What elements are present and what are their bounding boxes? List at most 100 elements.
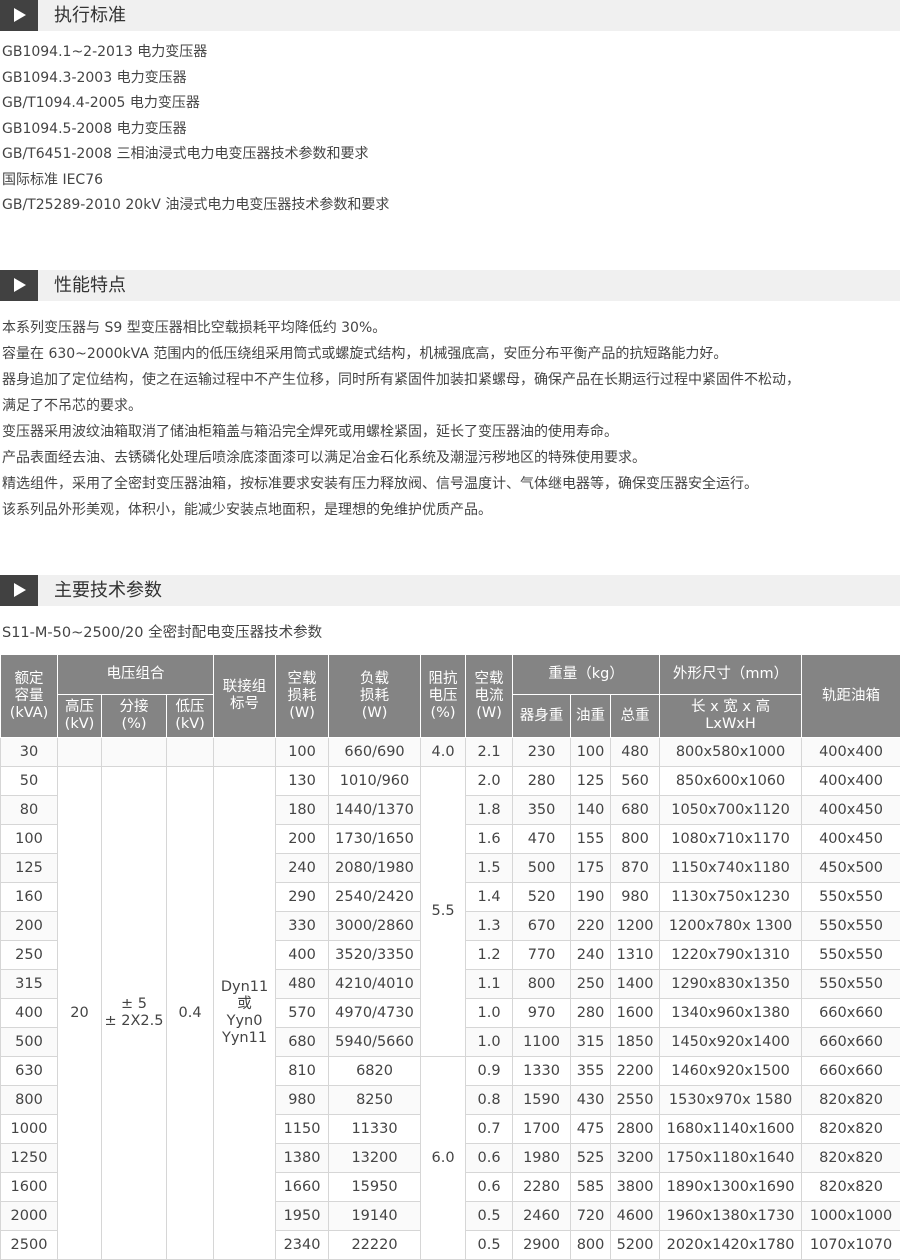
header-gauge: 轨距油箱 <box>801 654 900 738</box>
standard-item: GB/T1094.4-2005 电力变压器 <box>2 95 200 111</box>
cell-capacity: 2500 <box>0 1230 58 1260</box>
cell-no-load-current: 1.0 <box>465 1027 514 1057</box>
standard-item: GB1094.3-2003 电力变压器 <box>2 69 187 86</box>
cell-dimensions: 1460x920x1500 <box>659 1056 803 1086</box>
cell-no-load-current: 0.6 <box>465 1172 514 1202</box>
cell-no-load-current: 0.8 <box>465 1085 514 1115</box>
header-no-load-loss: 空载 损耗 (W) <box>275 654 330 738</box>
cell-lv: 0.4 <box>165 766 215 1260</box>
feature-line: 本系列变压器与 S9 型变压器相比空载损耗平均降低约 30%。 <box>2 320 387 336</box>
cell-no-load-current: 1.5 <box>465 853 514 883</box>
cell-total-weight: 800 <box>610 824 661 854</box>
cell-dimensions: 1220x790x1310 <box>659 940 803 970</box>
cell-tap: ± 5 ± 2X2.5 <box>101 766 167 1260</box>
table-row: 30 100 660/690 4.0 2.1 230 100 480 800x580x1000 4… <box>0 737 900 767</box>
cell-oil-weight: 280 <box>570 998 612 1028</box>
cell-gauge: 820x820 <box>801 1172 900 1202</box>
cell-total-weight: 560 <box>610 766 661 796</box>
cell-load-loss: 4210/4010 <box>328 969 422 999</box>
cell-load-loss: 660/690 <box>328 737 422 767</box>
cell-capacity: 80 <box>0 795 58 825</box>
header-total-weight: 总重 <box>610 694 661 738</box>
cell-no-load-current: 1.1 <box>465 969 514 999</box>
cell-load-loss: 5940/5660 <box>328 1027 422 1057</box>
cell-capacity: 800 <box>0 1085 58 1115</box>
cell-capacity: 200 <box>0 911 58 941</box>
cell-no-load-current: 0.6 <box>465 1143 514 1173</box>
cell-gauge: 660x660 <box>801 998 900 1028</box>
section-header-standards: 执行标准 <box>0 0 900 31</box>
header-no-load-current: 空载 电流 (W) <box>465 654 514 738</box>
cell-body-weight: 800 <box>512 969 572 999</box>
cell-body-weight: 2900 <box>512 1230 572 1260</box>
cell-oil-weight: 720 <box>570 1201 612 1231</box>
cell-dimensions: 1130x750x1230 <box>659 882 803 912</box>
cell-load-loss: 2540/2420 <box>328 882 422 912</box>
section-title: 执行标准 <box>54 5 126 26</box>
cell-no-load-loss: 810 <box>275 1056 330 1086</box>
header-hv: 高压 (kV) <box>57 694 102 738</box>
play-arrow-icon <box>0 0 38 31</box>
cell-dimensions: 1960x1380x1730 <box>659 1201 803 1231</box>
cell-no-load-loss: 980 <box>275 1085 330 1115</box>
cell-total-weight: 4600 <box>610 1201 661 1231</box>
cell-no-load-loss: 680 <box>275 1027 330 1057</box>
cell-gauge: 660x660 <box>801 1056 900 1086</box>
cell-no-load-current: 1.6 <box>465 824 514 854</box>
cell-gauge: 400x400 <box>801 766 900 796</box>
cell-load-loss: 6820 <box>328 1056 422 1086</box>
cell-oil-weight: 240 <box>570 940 612 970</box>
standard-item: 国际标准 IEC76 <box>2 171 104 188</box>
cell-dimensions: 1750x1180x1640 <box>659 1143 803 1173</box>
cell-capacity: 30 <box>0 737 58 767</box>
cell-oil-weight: 100 <box>570 737 612 767</box>
cell-gauge: 1000x1000 <box>801 1201 900 1231</box>
cell-no-load-loss: 200 <box>275 824 330 854</box>
cell-body-weight: 2280 <box>512 1172 572 1202</box>
cell-no-load-loss: 240 <box>275 853 330 883</box>
cell-load-loss: 4970/4730 <box>328 998 422 1028</box>
cell-capacity: 1250 <box>0 1143 58 1173</box>
cell-total-weight: 870 <box>610 853 661 883</box>
cell-load-loss: 19140 <box>328 1201 422 1231</box>
cell-hv: 20 <box>57 766 102 1260</box>
cell-dimensions: 1340x960x1380 <box>659 998 803 1028</box>
header-oil-weight: 油重 <box>570 694 612 738</box>
cell-capacity: 50 <box>0 766 58 796</box>
cell-no-load-loss: 400 <box>275 940 330 970</box>
cell-impedance: 5.5 <box>420 766 467 1057</box>
features-list: 本系列变压器与 S9 型变压器相比空载损耗平均降低约 30%。 容量在 630~… <box>2 315 800 523</box>
cell-impedance: 6.0 <box>420 1056 467 1260</box>
cell-no-load-loss: 100 <box>275 737 330 767</box>
cell-no-load-current: 0.5 <box>465 1230 514 1260</box>
cell-gauge: 400x450 <box>801 824 900 854</box>
header-weight: 重量（kg） <box>512 654 661 695</box>
cell-gauge: 400x450 <box>801 795 900 825</box>
cell-body-weight: 1980 <box>512 1143 572 1173</box>
cell-total-weight: 3800 <box>610 1172 661 1202</box>
cell-tap <box>101 737 167 767</box>
cell-capacity: 1600 <box>0 1172 58 1202</box>
cell-load-loss: 2080/1980 <box>328 853 422 883</box>
cell-total-weight: 980 <box>610 882 661 912</box>
cell-no-load-loss: 1380 <box>275 1143 330 1173</box>
cell-dimensions: 1530x970x 1580 <box>659 1085 803 1115</box>
cell-oil-weight: 430 <box>570 1085 612 1115</box>
cell-capacity: 400 <box>0 998 58 1028</box>
cell-load-loss: 8250 <box>328 1085 422 1115</box>
cell-total-weight: 1310 <box>610 940 661 970</box>
play-arrow-icon <box>0 270 38 301</box>
header-load-loss: 负载 损耗 (W) <box>328 654 422 738</box>
cell-no-load-current: 2.1 <box>465 737 514 767</box>
cell-oil-weight: 140 <box>570 795 612 825</box>
cell-capacity: 160 <box>0 882 58 912</box>
cell-gauge: 550x550 <box>801 969 900 999</box>
cell-impedance: 4.0 <box>420 737 467 767</box>
cell-load-loss: 15950 <box>328 1172 422 1202</box>
cell-load-loss: 1010/960 <box>328 766 422 796</box>
cell-gauge: 550x550 <box>801 940 900 970</box>
cell-dimensions: 1150x740x1180 <box>659 853 803 883</box>
spec-table: 额定 容量 (kVA) 电压组合 联接组 标号 空载 损耗 (W) 负载 损耗 (W) 阻抗电… <box>0 654 900 1260</box>
standard-item: GB/T6451-2008 三相油浸式电力电变压器技术参数和要求 <box>2 146 369 162</box>
header-impedance: 阻抗 电压 (%) <box>420 654 467 738</box>
